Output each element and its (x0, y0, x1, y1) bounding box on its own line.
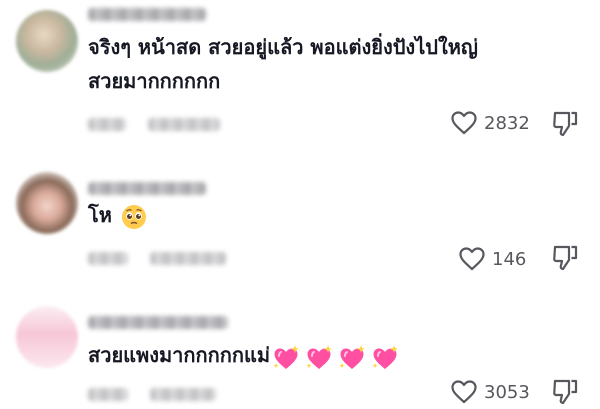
like-count: 2832 (484, 112, 530, 134)
comment-text-content: สวยแพงมากกกกกแม่ (88, 343, 271, 367)
thumbs-down-icon[interactable] (552, 110, 578, 138)
comment-text: โห (88, 198, 470, 232)
like-count: 3053 (484, 381, 530, 403)
sparkling-heart-emoji (339, 345, 366, 369)
timestamp-blurred (88, 388, 128, 401)
username-blurred[interactable] (88, 8, 206, 21)
comment-item: จริงๆ หน้าสด สวยอยู่แล้ว พอแต่งยิ่งปังไป… (0, 0, 600, 140)
comment-text: จริงๆ หน้าสด สวยอยู่แล้ว พอแต่งยิ่งปังไป… (88, 30, 508, 98)
sparkling-heart-emoji (306, 345, 333, 369)
username-blurred[interactable] (88, 316, 228, 329)
pleading-face-emoji (121, 204, 146, 229)
comment-text: สวยแพงมากกกกกแม่ (88, 338, 470, 374)
reply-link-blurred[interactable] (150, 388, 216, 401)
comment-text-content: โห (88, 203, 112, 227)
avatar[interactable] (16, 172, 78, 234)
timestamp-blurred (88, 252, 128, 265)
heart-outline-icon (459, 247, 485, 271)
heart-outline-icon (451, 111, 477, 135)
sparkling-heart-emoji (273, 345, 300, 369)
sparkling-heart-emoji (372, 345, 399, 369)
reply-link-blurred[interactable] (148, 118, 220, 131)
like-button[interactable]: 146 (458, 242, 526, 276)
comment-item: สวยแพงมากกกกกแม่ 3053 (0, 280, 600, 409)
heart-outline-icon (451, 380, 477, 404)
like-count: 146 (492, 248, 527, 270)
thumbs-down-icon[interactable] (552, 378, 578, 406)
avatar[interactable] (16, 306, 78, 368)
emoji-group (272, 340, 404, 374)
username-blurred[interactable] (88, 182, 206, 195)
comment-text-content: จริงๆ หน้าสด สวยอยู่แล้ว พอแต่งยิ่งปังไป… (88, 35, 478, 93)
timestamp-blurred (88, 118, 126, 131)
avatar[interactable] (16, 10, 78, 72)
like-button[interactable]: 2832 (450, 106, 530, 140)
comment-item: โห 146 (0, 140, 600, 280)
thumbs-down-icon[interactable] (552, 244, 578, 272)
reply-link-blurred[interactable] (150, 252, 226, 265)
like-button[interactable]: 3053 (450, 375, 530, 409)
